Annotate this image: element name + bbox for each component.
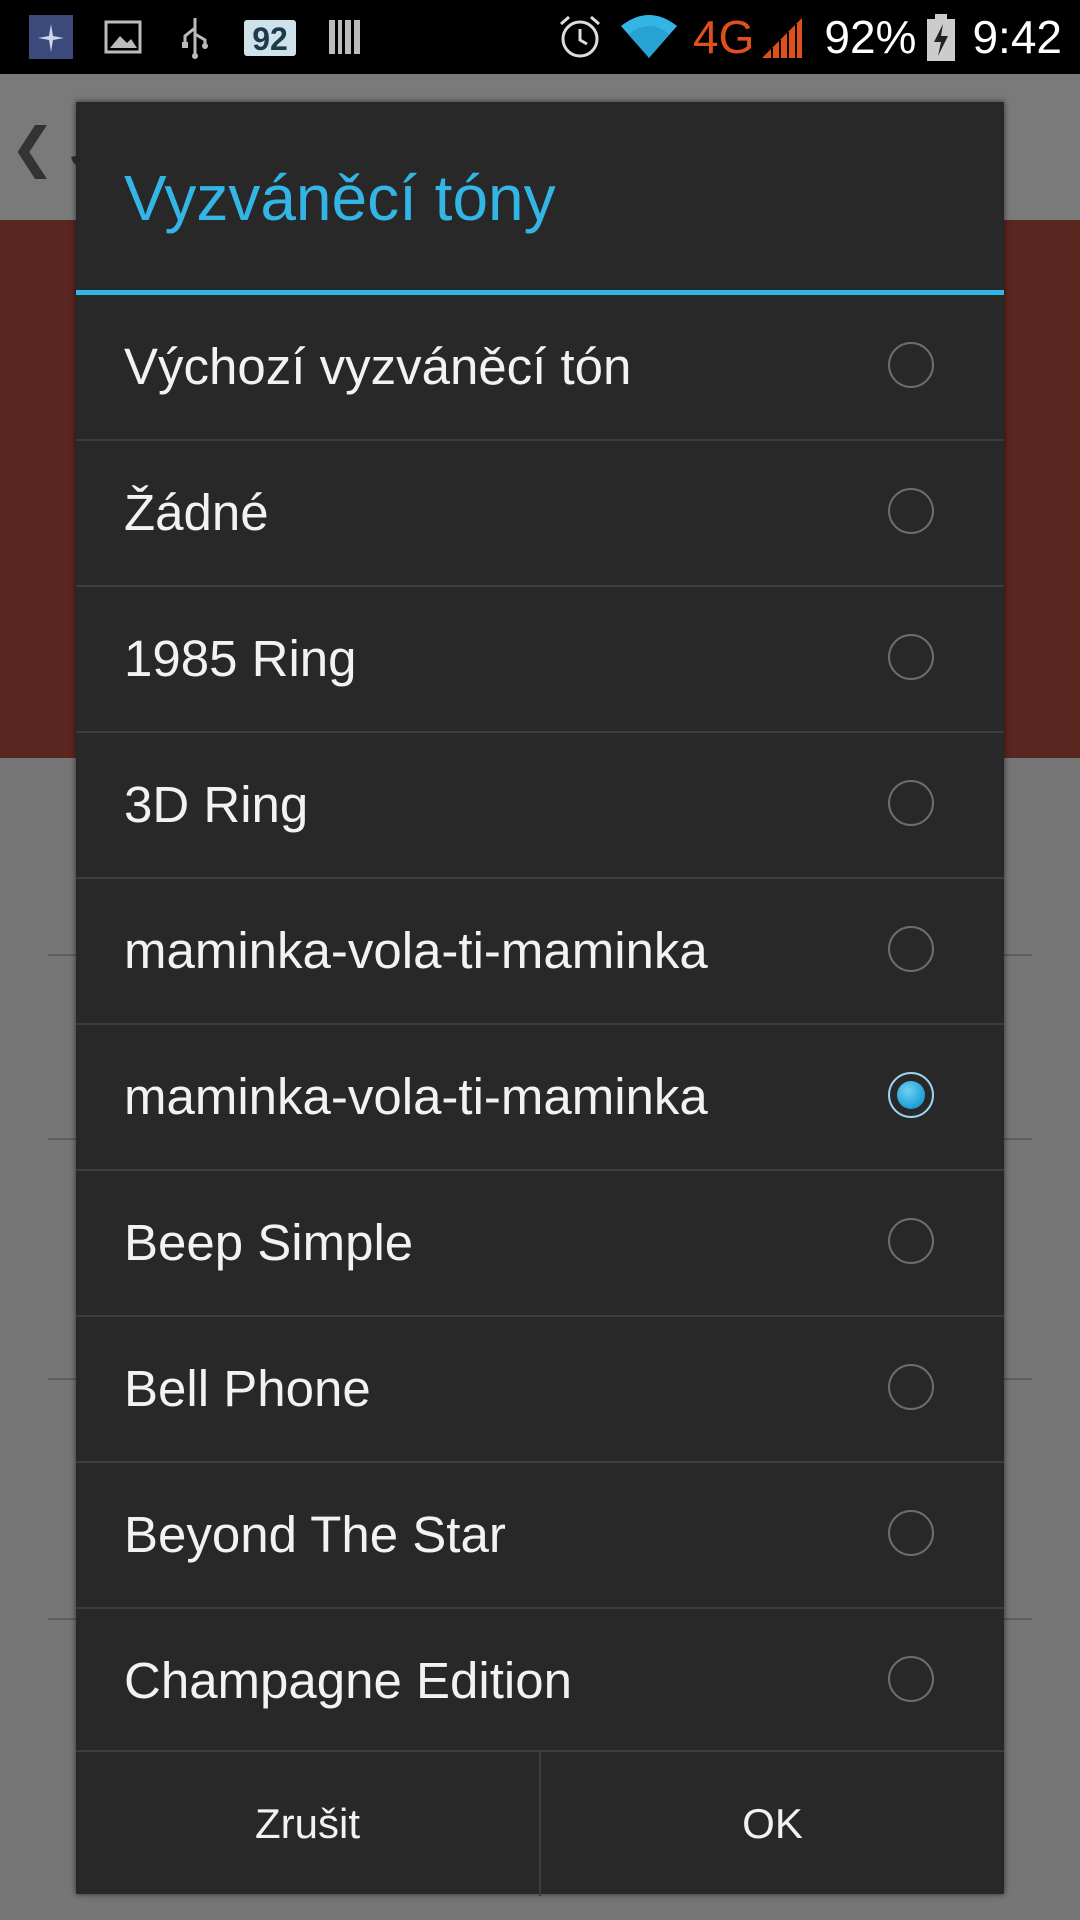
ringtone-option-label: Výchozí vyzváněcí tón	[124, 338, 632, 395]
ringtone-option-label: 1985 Ring	[124, 630, 357, 687]
ringtone-dialog: Vyzváněcí tóny Výchozí vyzváněcí tón Žád…	[76, 102, 1004, 1896]
battery-percent: 92%	[824, 11, 917, 63]
badge-92-text: 92	[252, 21, 288, 57]
ringtone-list: Výchozí vyzváněcí tón Žádné 1985 Ring 3D…	[76, 295, 1004, 1753]
radio-button[interactable]	[888, 1656, 934, 1702]
status-bar-notifications: 92	[26, 10, 392, 64]
ringtone-option[interactable]: 3D Ring	[76, 733, 1004, 879]
wifi-icon	[619, 12, 679, 62]
badge-92-icon: 92	[242, 12, 298, 62]
dialog-button-bar: Zrušit OK	[76, 1750, 1004, 1896]
ringtone-option-label: Žádné	[124, 484, 269, 541]
ringtone-option[interactable]: maminka-vola-ti-maminka	[76, 879, 1004, 1025]
usb-icon	[170, 12, 220, 62]
status-bar: 92 4G 92% 9:42	[0, 0, 1080, 74]
barcode-icon	[320, 12, 370, 62]
cancel-button[interactable]: Zrušit	[76, 1752, 539, 1896]
app-notification-icon	[26, 12, 76, 62]
radio-button[interactable]	[888, 780, 934, 826]
image-icon	[98, 12, 148, 62]
ringtone-option-label: Bell Phone	[124, 1360, 371, 1417]
ringtone-option-label: maminka-vola-ti-maminka	[124, 1068, 708, 1125]
radio-button[interactable]	[888, 1510, 934, 1556]
ringtone-option[interactable]: Výchozí vyzváněcí tón	[76, 295, 1004, 441]
dialog-title: Vyzváněcí tóny	[124, 162, 556, 234]
radio-button-checked[interactable]	[888, 1072, 934, 1118]
signal-icon	[758, 12, 806, 62]
network-type-label: 4G	[693, 11, 755, 63]
ringtone-option-label: Beep Simple	[124, 1214, 414, 1271]
battery-charging-icon	[924, 12, 958, 62]
alarm-icon	[555, 12, 605, 62]
radio-button[interactable]	[888, 926, 934, 972]
ok-button[interactable]: OK	[539, 1752, 1004, 1896]
ringtone-option[interactable]: Žádné	[76, 441, 1004, 587]
ringtone-option-selected[interactable]: maminka-vola-ti-maminka	[76, 1025, 1004, 1171]
radio-button[interactable]	[888, 342, 934, 388]
ringtone-option-label: Champagne Edition	[124, 1652, 572, 1709]
ringtone-option[interactable]: Champagne Edition	[76, 1609, 1004, 1753]
radio-button[interactable]	[888, 488, 934, 534]
ringtone-option[interactable]: Bell Phone	[76, 1317, 1004, 1463]
radio-button[interactable]	[888, 1364, 934, 1410]
ringtone-option-label: maminka-vola-ti-maminka	[124, 922, 708, 979]
ringtone-option[interactable]: 1985 Ring	[76, 587, 1004, 733]
ringtone-option[interactable]: Beep Simple	[76, 1171, 1004, 1317]
clock: 9:42	[972, 11, 1062, 63]
radio-button[interactable]	[888, 1218, 934, 1264]
ringtone-option-label: 3D Ring	[124, 776, 309, 833]
status-bar-system: 4G 92% 9:42	[555, 0, 1062, 74]
radio-button[interactable]	[888, 634, 934, 680]
ringtone-option[interactable]: Beyond The Star	[76, 1463, 1004, 1609]
ringtone-option-label: Beyond The Star	[124, 1506, 506, 1563]
